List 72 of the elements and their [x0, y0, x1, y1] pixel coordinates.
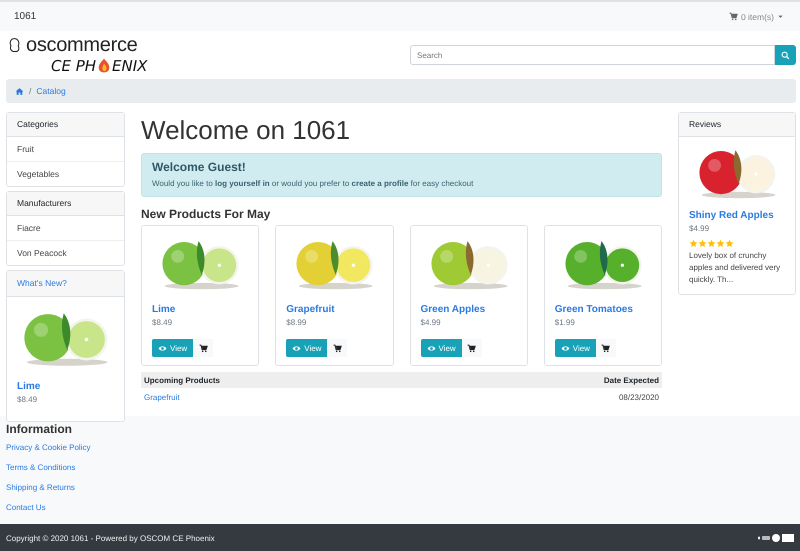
product-price: $1.99	[554, 318, 576, 327]
cart-icon	[332, 344, 342, 352]
logo-tagline: CE PH	[51, 57, 96, 75]
footer-link[interactable]: Terms & Conditions	[6, 463, 76, 483]
page-title: Welcome on 1061	[141, 115, 352, 146]
card-header-link[interactable]: What's New?	[7, 271, 124, 297]
alert-heading: Welcome Guest!	[152, 160, 247, 174]
sidebar-item[interactable]: Fiacre	[7, 216, 124, 241]
star-icon	[707, 239, 716, 248]
sidebar-item[interactable]: Fruit	[7, 137, 124, 162]
star-icon	[725, 239, 734, 248]
cart-icon	[467, 344, 476, 352]
table-cell: 08/23/2020	[439, 388, 662, 407]
eye-icon	[560, 344, 570, 352]
column-header: Upcoming Products	[141, 372, 440, 388]
home-icon	[15, 86, 24, 96]
add-to-cart-button[interactable]	[462, 339, 482, 357]
section-heading: New Products For May	[141, 207, 272, 221]
view-button[interactable]: View	[152, 339, 194, 357]
view-button[interactable]: View	[286, 339, 328, 357]
footer-link[interactable]: Privacy & Cookie Policy	[6, 443, 90, 463]
view-button[interactable]: View	[554, 339, 596, 357]
cart-dropdown[interactable]: 0 item(s)	[728, 12, 784, 22]
card-header: Manufacturers	[7, 192, 124, 216]
logo-tagline: ENIX	[112, 57, 148, 75]
caret-icon	[777, 13, 784, 20]
product-name[interactable]: Green Tomatoes	[554, 304, 651, 315]
sidebar-item[interactable]: Von Peacock	[7, 241, 124, 265]
add-to-cart-button[interactable]	[193, 339, 214, 357]
column-header: Date Expected	[439, 372, 662, 388]
search-field[interactable]: Search	[410, 45, 775, 65]
footer-heading: Information	[6, 422, 72, 436]
star-icon	[698, 239, 707, 248]
product-price: $4.99	[689, 224, 710, 233]
review-text: Lovely box of crunchy apples and delivered very quickly. Th...	[689, 250, 782, 286]
cart-icon	[728, 12, 738, 21]
payment-icons	[756, 533, 794, 543]
product-name[interactable]: Grapefruit	[286, 304, 382, 315]
star-icon	[716, 239, 725, 248]
product-price: $8.99	[286, 318, 308, 327]
alert-text: Would you like to log yourself in or would you prefer to create a profile for easy checkout	[152, 179, 474, 188]
search-icon	[781, 50, 790, 60]
product-name[interactable]: Lime	[152, 304, 248, 315]
home-link[interactable]	[15, 86, 24, 96]
product-price: $8.49	[16, 395, 38, 406]
logo-wordmark: oscommerce	[26, 34, 138, 56]
sidebar-item[interactable]: Vegetables	[7, 162, 124, 186]
star-icon	[689, 239, 698, 248]
add-to-cart-button[interactable]	[327, 339, 348, 357]
product-link[interactable]: Grapefruit	[144, 393, 180, 402]
eye-icon	[158, 344, 167, 352]
add-to-cart-button[interactable]	[596, 339, 616, 357]
copyright-text: Copyright © 2020 1061 - Powered by OSCOM CE Phoenix	[6, 534, 215, 542]
view-button[interactable]: View	[420, 339, 462, 357]
cart-icon	[601, 344, 610, 352]
footer-link[interactable]: Shipping & Returns	[6, 483, 75, 503]
product-name[interactable]: Lime	[7, 371, 124, 392]
product-price: $8.49	[152, 318, 174, 327]
eye-icon	[292, 344, 302, 352]
card-header: Categories	[7, 113, 124, 137]
eye-icon	[426, 344, 436, 352]
store-name[interactable]: 1061	[14, 11, 36, 22]
product-price: $4.99	[420, 318, 442, 327]
cart-icon	[198, 344, 208, 352]
flame-icon	[96, 58, 112, 74]
search-button[interactable]	[775, 45, 796, 65]
footer-link[interactable]: Contact Us	[6, 503, 46, 523]
breadcrumb-link[interactable]: Catalog	[36, 86, 66, 96]
product-name[interactable]: Green Apples	[420, 304, 517, 315]
breadcrumb-separator: /	[29, 86, 32, 96]
card-header: Reviews	[679, 113, 795, 137]
product-name[interactable]: Shiny Red Apples	[689, 210, 785, 221]
